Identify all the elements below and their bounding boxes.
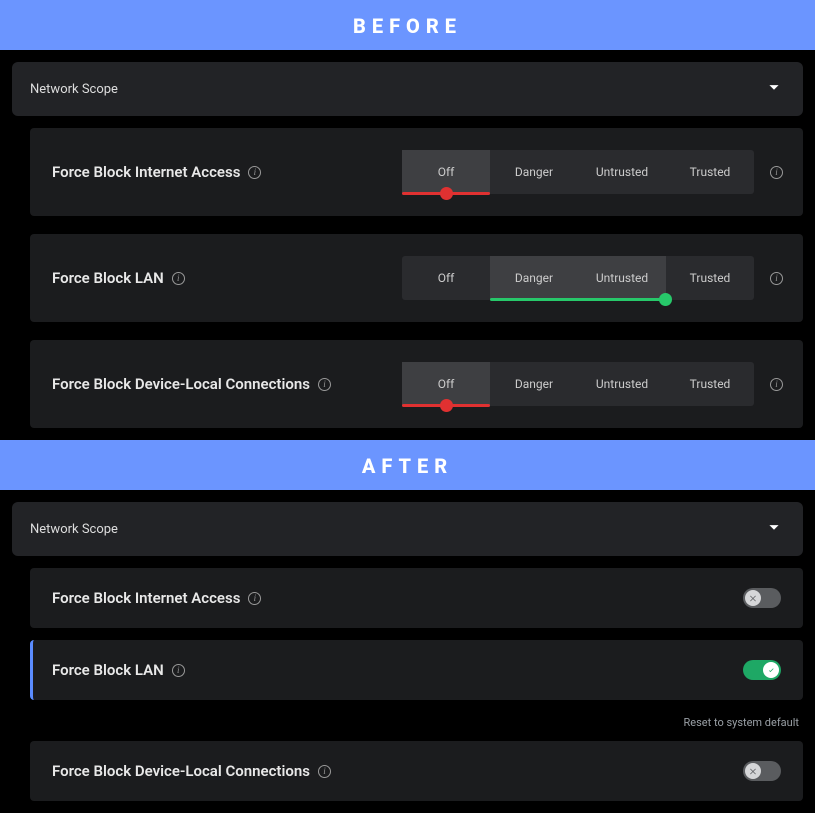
slider-option[interactable]: Trusted [666,362,754,406]
slider-handle[interactable] [659,293,672,306]
level-slider[interactable]: OffDangerUntrustedTrusted [402,362,754,406]
setting-row: Force Block Device-Local Connectionsi Off… [30,340,803,428]
setting-row: Force Block Internet Accessi [30,568,803,628]
info-icon[interactable]: i [248,166,261,179]
slider-option[interactable]: Untrusted [578,256,666,300]
info-icon[interactable]: i [318,765,331,778]
network-scope-header[interactable]: Network Scope [12,62,803,116]
setting-label: Force Block Internet Accessi [52,163,261,181]
setting-label: Force Block Device-Local Connectionsi [52,375,331,393]
reset-link[interactable]: Reset to system default [30,712,803,729]
setting-label: Force Block LANi [52,661,185,679]
level-slider[interactable]: OffDangerUntrustedTrusted [402,256,754,300]
network-scope-title: Network Scope [30,522,118,537]
info-icon[interactable]: i [318,378,331,391]
slider-wrap: OffDangerUntrustedTrusted i [402,256,783,300]
level-slider[interactable]: OffDangerUntrustedTrusted [402,150,754,194]
toggle-switch[interactable] [743,660,781,680]
setting-label: Force Block Internet Accessi [52,589,261,607]
after-section: Network Scope Force Block Internet Acces… [0,490,815,813]
info-icon[interactable]: i [770,378,783,391]
slider-track [490,298,666,301]
setting-row: Force Block LANi OffDangerUntrustedTruste… [30,234,803,322]
setting-row: Force Block Internet Accessi OffDangerUnt… [30,128,803,216]
info-icon[interactable]: i [172,664,185,677]
slider-option[interactable]: Danger [490,256,578,300]
info-icon[interactable]: i [770,272,783,285]
network-scope-header-after[interactable]: Network Scope [12,502,803,556]
setting-label: Force Block LANi [52,269,185,287]
info-icon[interactable]: i [770,166,783,179]
close-icon [745,590,761,606]
close-icon [745,763,761,779]
info-icon[interactable]: i [172,272,185,285]
setting-row: Force Block Device-Local Connectionsi [30,741,803,801]
slider-option[interactable]: Off [402,256,490,300]
slider-option[interactable]: Danger [490,362,578,406]
before-section: Network Scope Force Block Internet Acces… [0,50,815,440]
check-icon [763,662,779,678]
setting-row: Force Block LANi [30,640,803,700]
slider-wrap: OffDangerUntrustedTrusted i [402,150,783,194]
chevron-down-icon [763,516,785,542]
toggle-switch[interactable] [743,761,781,781]
network-scope-title: Network Scope [30,82,118,97]
slider-option[interactable]: Untrusted [578,362,666,406]
slider-wrap: OffDangerUntrustedTrusted i [402,362,783,406]
slider-option[interactable]: Trusted [666,256,754,300]
slider-handle[interactable] [440,187,453,200]
slider-option[interactable]: Untrusted [578,150,666,194]
setting-label: Force Block Device-Local Connectionsi [52,762,331,780]
before-banner: BEFORE [0,0,815,50]
toggle-switch[interactable] [743,588,781,608]
slider-option[interactable]: Danger [490,150,578,194]
chevron-down-icon [763,76,785,102]
slider-option[interactable]: Trusted [666,150,754,194]
slider-handle[interactable] [440,399,453,412]
after-banner: AFTER [0,440,815,490]
info-icon[interactable]: i [248,592,261,605]
